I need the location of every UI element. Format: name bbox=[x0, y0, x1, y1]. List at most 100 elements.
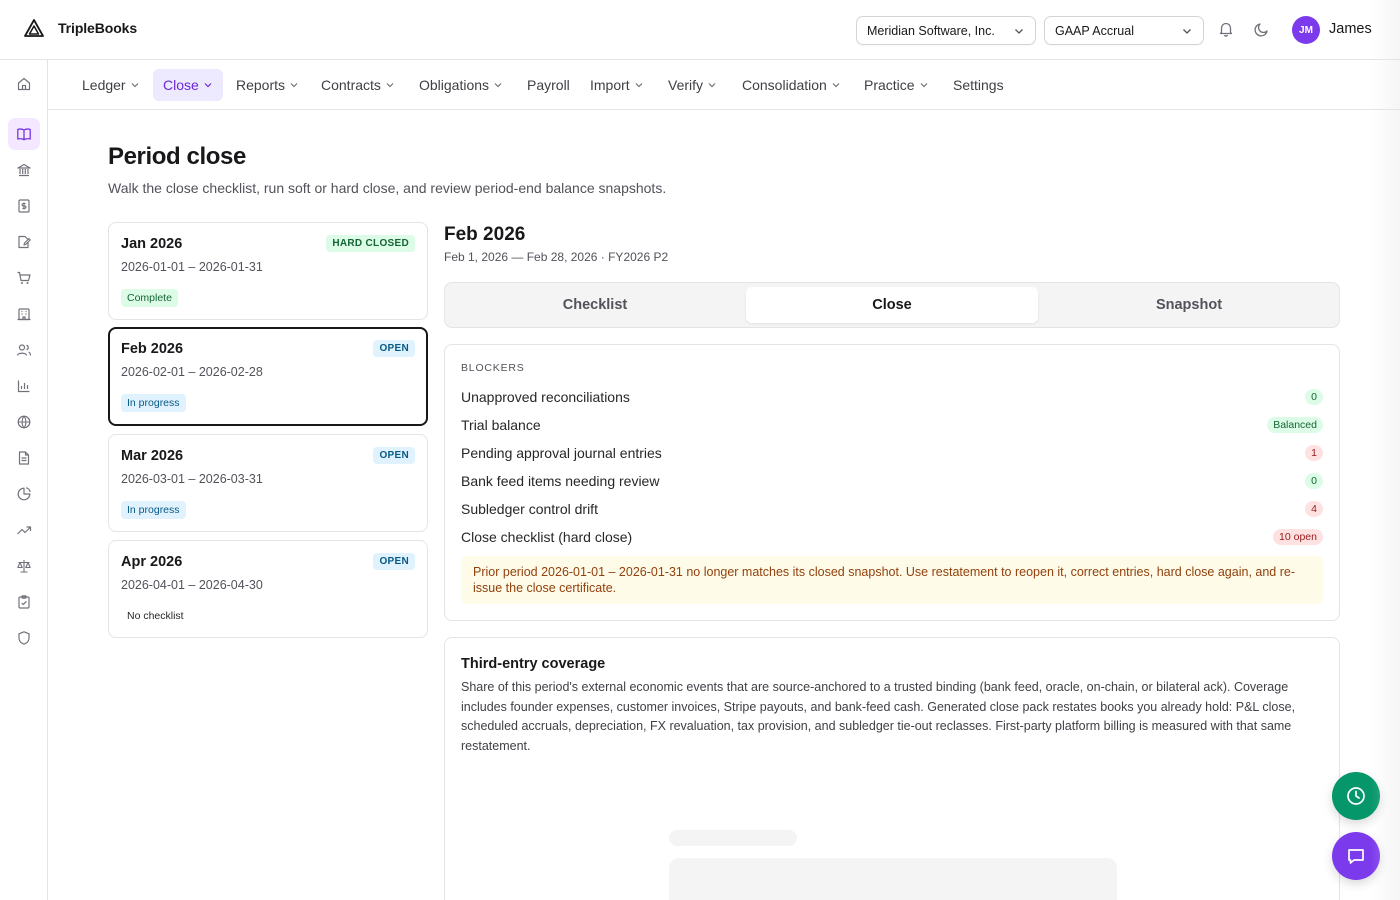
users-icon[interactable] bbox=[8, 334, 40, 366]
nav-label: Payroll bbox=[527, 77, 570, 93]
progress-badge: In progress bbox=[121, 394, 186, 412]
blocker-label: Subledger control drift bbox=[461, 501, 598, 517]
trending-up-icon[interactable] bbox=[8, 514, 40, 546]
pie-chart-icon[interactable] bbox=[8, 478, 40, 510]
loading-skeleton bbox=[669, 830, 797, 846]
period-dates: 2026-01-01 – 2026-01-31 bbox=[121, 260, 263, 274]
period-name: Mar 2026 bbox=[121, 448, 184, 464]
blocker-row: Trial balance Balanced bbox=[461, 415, 1323, 437]
chevron-down-icon bbox=[920, 83, 928, 88]
period-card-mar[interactable]: Mar 2026 OPEN 2026-03-01 – 2026-03-31 In… bbox=[108, 434, 428, 532]
blocker-row: Close checklist (hard close) 10 open bbox=[461, 527, 1323, 549]
period-dates: 2026-02-01 – 2026-02-28 bbox=[121, 365, 263, 379]
brand[interactable]: TripleBooks bbox=[24, 18, 137, 38]
nav-label: Ledger bbox=[82, 77, 126, 93]
scroll-shadow bbox=[1370, 0, 1400, 900]
clipboard-check-icon[interactable] bbox=[8, 586, 40, 618]
nav-close[interactable]: Close bbox=[153, 69, 223, 101]
status-badge: OPEN bbox=[373, 553, 415, 570]
building-icon[interactable] bbox=[8, 298, 40, 330]
blocker-badge: 1 bbox=[1305, 445, 1323, 461]
triangle-logo-icon bbox=[24, 19, 44, 37]
chevron-down-icon bbox=[1183, 29, 1191, 34]
nav-ledger[interactable]: Ledger bbox=[82, 69, 140, 101]
sidebar bbox=[0, 60, 48, 900]
status-badge: HARD CLOSED bbox=[326, 235, 415, 252]
entity-select[interactable]: Meridian Software, Inc. bbox=[856, 16, 1036, 45]
bar-chart-icon[interactable] bbox=[8, 370, 40, 402]
blocker-row: Bank feed items needing review 0 bbox=[461, 471, 1323, 493]
page-title: Period close bbox=[108, 143, 246, 170]
globe-icon[interactable] bbox=[8, 406, 40, 438]
nav-consolidation[interactable]: Consolidation bbox=[742, 69, 841, 101]
nav-practice[interactable]: Practice bbox=[864, 69, 929, 101]
blocker-badge: Balanced bbox=[1267, 417, 1323, 433]
coverage-panel: Third-entry coverage Share of this perio… bbox=[444, 637, 1340, 900]
bank-icon[interactable] bbox=[8, 154, 40, 186]
nav-reports[interactable]: Reports bbox=[236, 69, 299, 101]
progress-badge: Complete bbox=[121, 289, 178, 307]
period-dates: 2026-03-01 – 2026-03-31 bbox=[121, 472, 263, 486]
nav-verify[interactable]: Verify bbox=[668, 69, 717, 101]
tab-close[interactable]: Close bbox=[746, 287, 1038, 323]
dollar-receipt-icon[interactable] bbox=[8, 190, 40, 222]
chevron-down-icon bbox=[1015, 29, 1023, 34]
nav-label: Consolidation bbox=[742, 77, 827, 93]
blocker-label: Trial balance bbox=[461, 417, 541, 433]
nav-label: Reports bbox=[236, 77, 286, 93]
nav-label: Practice bbox=[864, 77, 915, 93]
blockers-panel: BLOCKERS Unapproved reconciliations 0 Tr… bbox=[444, 344, 1340, 621]
chat-button[interactable] bbox=[1332, 832, 1380, 880]
tab-snapshot[interactable]: Snapshot bbox=[1043, 287, 1335, 323]
shield-icon[interactable] bbox=[8, 622, 40, 654]
blocker-badge: 4 bbox=[1305, 501, 1323, 517]
history-button[interactable] bbox=[1332, 772, 1380, 820]
coverage-title: Third-entry coverage bbox=[461, 656, 606, 672]
detail-tabs: Checklist Close Snapshot bbox=[444, 282, 1340, 328]
period-card-apr[interactable]: Apr 2026 OPEN 2026-04-01 – 2026-04-30 No… bbox=[108, 540, 428, 638]
nav-obligations[interactable]: Obligations bbox=[419, 69, 503, 101]
chevron-down-icon bbox=[386, 83, 394, 88]
entity-select-value: Meridian Software, Inc. bbox=[867, 23, 995, 38]
period-name: Feb 2026 bbox=[121, 341, 184, 357]
user-name[interactable]: James bbox=[1329, 21, 1372, 37]
file-edit-icon[interactable] bbox=[8, 226, 40, 258]
period-card-feb[interactable]: Feb 2026 OPEN 2026-02-01 – 2026-02-28 In… bbox=[108, 327, 428, 426]
nav-settings[interactable]: Settings bbox=[953, 69, 1004, 101]
progress-badge: No checklist bbox=[127, 610, 184, 622]
tab-checklist[interactable]: Checklist bbox=[449, 287, 741, 323]
nav-import[interactable]: Import bbox=[590, 69, 644, 101]
basis-select[interactable]: GAAP Accrual bbox=[1044, 16, 1204, 45]
nav-label: Import bbox=[590, 77, 630, 93]
blocker-badge: 0 bbox=[1305, 473, 1323, 489]
home-icon[interactable] bbox=[8, 68, 40, 100]
basis-select-value: GAAP Accrual bbox=[1055, 23, 1134, 38]
document-icon[interactable] bbox=[8, 442, 40, 474]
page-subtitle: Walk the close checklist, run soft or ha… bbox=[108, 180, 667, 196]
avatar[interactable]: JM bbox=[1292, 16, 1320, 44]
period-dates: 2026-04-01 – 2026-04-30 bbox=[121, 578, 263, 592]
blocker-row: Unapproved reconciliations 0 bbox=[461, 387, 1323, 409]
period-card-jan[interactable]: Jan 2026 HARD CLOSED 2026-01-01 – 2026-0… bbox=[108, 222, 428, 320]
chat-icon bbox=[1348, 849, 1364, 864]
progress-badge: In progress bbox=[121, 501, 186, 519]
book-open-icon[interactable] bbox=[8, 118, 40, 150]
period-name: Jan 2026 bbox=[121, 236, 183, 252]
detail-subtitle: Feb 1, 2026 — Feb 28, 2026 · FY2026 P2 bbox=[444, 250, 669, 264]
blocker-badge: 10 open bbox=[1273, 529, 1323, 545]
period-name: Apr 2026 bbox=[121, 554, 183, 570]
clock-icon bbox=[1347, 787, 1365, 805]
blocker-label: Unapproved reconciliations bbox=[461, 389, 630, 405]
nav-label: Obligations bbox=[419, 77, 490, 93]
nav-contracts[interactable]: Contracts bbox=[321, 69, 395, 101]
nav-payroll[interactable]: Payroll bbox=[527, 69, 570, 101]
detail-title: Feb 2026 bbox=[444, 224, 526, 245]
bell-icon[interactable] bbox=[1217, 20, 1235, 38]
nav-label: Verify bbox=[668, 77, 704, 93]
nav-label: Contracts bbox=[321, 77, 381, 93]
chevron-down-icon bbox=[204, 83, 212, 88]
scale-icon[interactable] bbox=[8, 550, 40, 582]
moon-icon[interactable] bbox=[1253, 20, 1271, 38]
chevron-down-icon bbox=[832, 83, 840, 88]
cart-icon[interactable] bbox=[8, 262, 40, 294]
